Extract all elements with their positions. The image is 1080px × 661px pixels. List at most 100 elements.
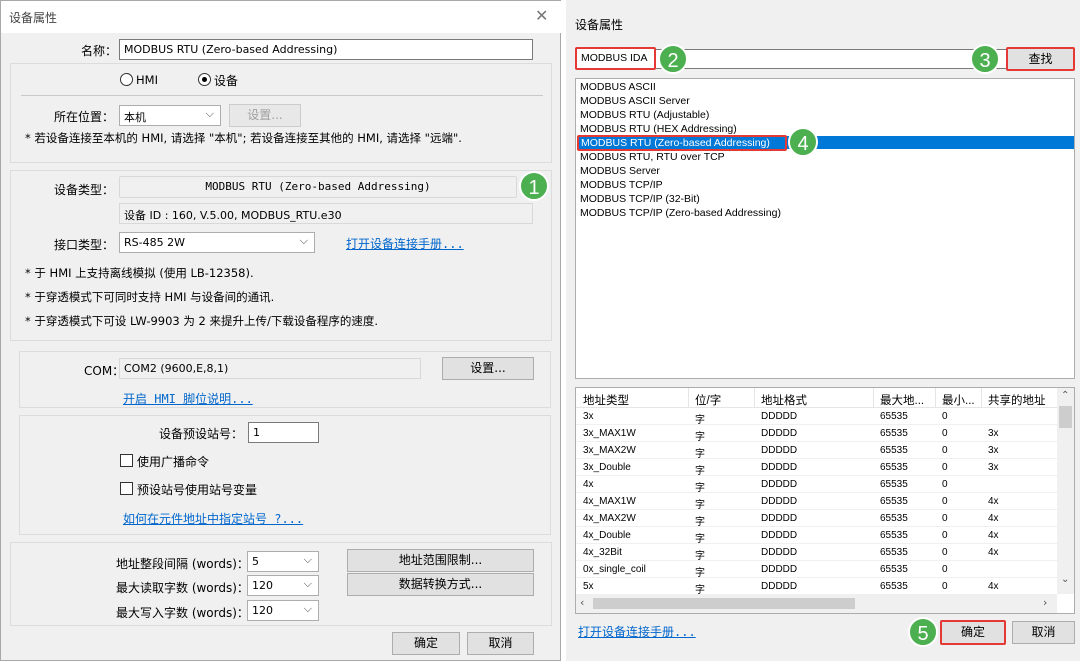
find-button[interactable]: 查找 (1006, 47, 1075, 71)
table-cell: 0 (942, 428, 948, 439)
station-input[interactable]: 1 (248, 422, 319, 443)
list-item[interactable]: MODBUS ASCII (580, 81, 656, 94)
addr-interval-select[interactable]: 5 ⌵ (247, 551, 319, 572)
scroll-right-icon[interactable]: › (1043, 596, 1047, 609)
table-cell: 字 (695, 534, 705, 545)
table-body: 3x 字 DDDDD 65535 0 3x_MAX1W 字 DDDDD 65535 0 3x 3x_M… (576, 408, 1057, 596)
scroll-thumb[interactable] (1059, 406, 1072, 428)
horizontal-scrollbar[interactable]: ‹ › (576, 594, 1057, 613)
scroll-up-icon[interactable]: ⌃ (1061, 390, 1069, 401)
vertical-scrollbar[interactable]: ⌃ ⌄ (1057, 388, 1074, 594)
note-offline-sim: * 于 HMI 上支持离线模拟 (使用 LB-12358). (25, 266, 254, 280)
table-row[interactable]: 0x_single_coil 字 DDDDD 65535 0 (576, 561, 1057, 579)
broadcast-label: 使用广播命令 (137, 455, 210, 469)
step-badge-2: 2 (658, 44, 688, 74)
table-cell: 0 (942, 496, 948, 507)
table-row[interactable]: 3x_MAX2W 字 DDDDD 65535 0 3x (576, 442, 1057, 460)
name-label: 名称： (81, 44, 118, 58)
list-item[interactable]: MODBUS Server (580, 165, 660, 178)
search-input[interactable]: MODBUS IDA (575, 47, 656, 70)
table-row[interactable]: 3x_MAX1W 字 DDDDD 65535 0 3x (576, 425, 1057, 443)
table-cell: 4x (988, 513, 999, 524)
list-item[interactable]: MODBUS ASCII Server (580, 95, 690, 108)
table-cell: 65535 (880, 530, 908, 541)
device-id-field: 设备 ID : 160, V.5.00, MODBUS_RTU.e30 (119, 203, 533, 224)
cancel-button[interactable]: 取消 (467, 632, 534, 655)
open-manual-link-right[interactable]: 打开设备连接手册... (578, 623, 696, 640)
interface-select[interactable]: RS-485 2W ⌵ (119, 232, 315, 253)
list-item[interactable]: MODBUS TCP/IP (32-Bit) (580, 193, 700, 206)
device-type-field[interactable]: MODBUS RTU (Zero-based Addressing) (119, 176, 517, 198)
list-item[interactable]: MODBUS TCP/IP (Zero-based Addressing) (580, 207, 781, 220)
table-cell: DDDDD (761, 445, 798, 456)
table-row[interactable]: 4x_Double 字 DDDDD 65535 0 4x (576, 527, 1057, 545)
table-row[interactable]: 3x 字 DDDDD 65535 0 (576, 408, 1057, 426)
max-write-value: 120 (252, 604, 273, 617)
table-row[interactable]: 4x 字 DDDDD 65535 0 (576, 476, 1057, 494)
table-cell: 0 (942, 530, 948, 541)
col-header[interactable]: 共享的地址 (988, 392, 1052, 408)
com-field: COM2 (9600,E,8,1) (119, 358, 421, 379)
list-item[interactable]: MODBUS TCP/IP (580, 179, 663, 192)
hmi-pin-link[interactable]: 开启 HMI 脚位说明... (123, 390, 253, 407)
table-row[interactable]: 3x_Double 字 DDDDD 65535 0 3x (576, 459, 1057, 477)
col-header[interactable]: 位/字 (695, 392, 721, 408)
chevron-down-icon: ⌵ (205, 107, 214, 120)
data-conversion-button[interactable]: 数据转换方式... (347, 573, 534, 596)
close-icon[interactable]: ✕ (535, 6, 548, 25)
table-cell: 0 (942, 581, 948, 592)
list-item[interactable]: MODBUS RTU, RTU over TCP (580, 151, 725, 164)
max-read-select[interactable]: 120 ⌵ (247, 575, 319, 596)
table-cell: 65535 (880, 411, 908, 422)
ok-button[interactable]: 确定 (392, 632, 460, 655)
note-upload-speed: * 于穿透模式下可设 LW-9903 为 2 来提升上传/下载设备程序的速度. (25, 314, 379, 328)
station-var-checkbox[interactable] (120, 482, 133, 495)
h-scroll-thumb[interactable] (593, 598, 855, 609)
address-table: 地址类型 位/字 地址格式 最大地... 最小... 共享的地址 3x 字 DDDD… (575, 387, 1075, 614)
table-cell: DDDDD (761, 564, 798, 575)
addr-limit-button[interactable]: 地址范围限制... (347, 549, 534, 572)
station-label: 设备预设站号： (159, 427, 244, 441)
table-cell: 字 (695, 415, 705, 426)
step-badge-1: 1 (519, 171, 549, 201)
table-cell: 字 (695, 449, 705, 460)
station-howto-link[interactable]: 如何在元件地址中指定站号 ?... (123, 510, 303, 527)
col-header[interactable]: 最大地... (880, 392, 924, 408)
name-field[interactable]: MODBUS RTU (Zero-based Addressing) (119, 39, 533, 60)
table-cell: 字 (695, 517, 705, 528)
chevron-down-icon: ⌵ (303, 553, 312, 566)
list-item[interactable]: MODBUS RTU (Adjustable) (580, 109, 709, 122)
ok-button-right[interactable]: 确定 (940, 620, 1006, 645)
table-row[interactable]: 4x_MAX1W 字 DDDDD 65535 0 4x (576, 493, 1057, 511)
table-row[interactable]: 5x 字 DDDDD 65535 0 4x (576, 578, 1057, 596)
cancel-button-right[interactable]: 取消 (1012, 621, 1075, 644)
table-row[interactable]: 4x_32Bit 字 DDDDD 65535 0 4x (576, 544, 1057, 562)
broadcast-checkbox[interactable] (120, 454, 133, 467)
panel-title: 设备属性 (575, 18, 624, 32)
note-passthrough: * 于穿透模式下可同时支持 HMI 与设备间的通讯. (25, 290, 275, 304)
com-settings-button[interactable]: 设置... (442, 357, 534, 380)
table-cell: 0 (942, 462, 948, 473)
scroll-left-icon[interactable]: ‹ (580, 596, 584, 609)
table-header: 地址类型 位/字 地址格式 最大地... 最小... 共享的地址 (576, 388, 1074, 408)
table-cell: DDDDD (761, 513, 798, 524)
table-cell: 0 (942, 479, 948, 490)
col-header[interactable]: 地址类型 (583, 392, 629, 408)
device-radio[interactable] (198, 73, 211, 86)
col-header[interactable]: 地址格式 (761, 392, 807, 408)
col-header[interactable]: 最小... (942, 392, 975, 408)
table-cell: DDDDD (761, 547, 798, 558)
location-settings-button[interactable]: 设置... (229, 104, 301, 127)
scroll-down-icon[interactable]: ⌄ (1061, 574, 1069, 585)
table-cell: DDDDD (761, 462, 798, 473)
table-row[interactable]: 4x_MAX2W 字 DDDDD 65535 0 4x (576, 510, 1057, 528)
list-item-selected[interactable]: MODBUS RTU (Zero-based Addressing) (577, 135, 787, 151)
max-write-select[interactable]: 120 ⌵ (247, 600, 319, 621)
table-cell: 0 (942, 445, 948, 456)
hmi-radio[interactable] (120, 73, 133, 86)
open-manual-link[interactable]: 打开设备连接手册... (346, 235, 464, 252)
table-cell: 65535 (880, 428, 908, 439)
table-cell: 65535 (880, 513, 908, 524)
location-select[interactable]: 本机 ⌵ (119, 105, 221, 126)
table-cell: 0 (942, 411, 948, 422)
